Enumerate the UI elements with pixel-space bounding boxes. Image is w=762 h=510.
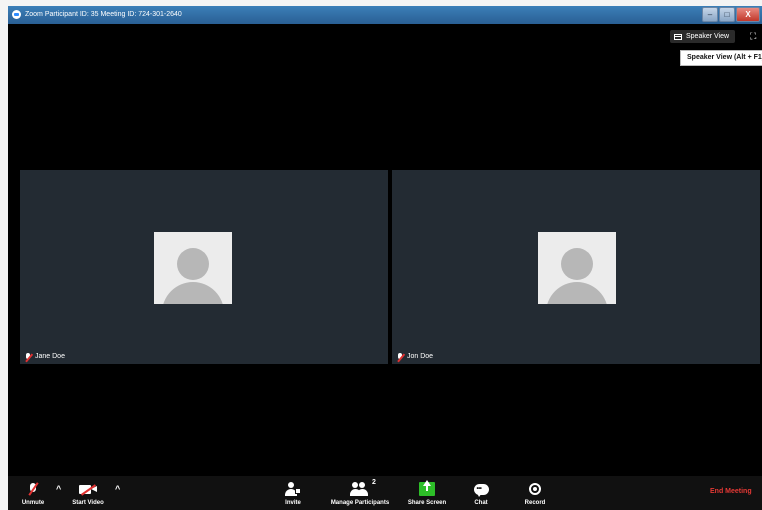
avatar-body	[546, 282, 608, 304]
window-title: Zoom Participant ID: 35 Meeting ID: 724-…	[25, 11, 182, 18]
share-screen-label: Share Screen	[407, 500, 447, 506]
participant-count: 2	[372, 479, 376, 486]
unmute-label: Unmute	[21, 500, 45, 506]
fullscreen-icon[interactable]: ⛶	[750, 32, 756, 41]
avatar-body	[162, 282, 224, 304]
title-bar: Zoom Participant ID: 35 Meeting ID: 724-…	[8, 6, 762, 24]
invite-button[interactable]: Invite	[278, 480, 308, 506]
invite-icon	[285, 482, 301, 496]
avatar-head	[177, 248, 209, 280]
share-screen-button[interactable]: Share Screen	[404, 480, 450, 506]
chat-icon: •••	[473, 483, 489, 497]
invite-label: Invite	[285, 500, 301, 506]
maximize-button[interactable]: □	[719, 7, 735, 22]
end-meeting-button[interactable]: End Meeting	[710, 488, 752, 495]
speaker-view-icon	[674, 33, 682, 40]
participant-name-tag: Jane Doe	[24, 352, 65, 362]
participant-name: Jon Doe	[407, 353, 434, 360]
muted-microphone-icon	[28, 482, 39, 496]
speaker-view-tooltip: Speaker View (Alt + F1)	[680, 50, 762, 66]
start-video-button[interactable]: Start Video	[68, 480, 108, 506]
manage-participants-label: Manage Participants	[330, 500, 390, 506]
muted-mic-icon	[24, 352, 33, 362]
window-controls: – □ X	[702, 7, 760, 22]
participant-tile[interactable]: Jon Doe	[392, 170, 760, 364]
record-button[interactable]: Record	[520, 480, 550, 506]
share-screen-icon	[419, 480, 435, 496]
avatar	[538, 232, 616, 304]
zoom-logo-icon	[12, 10, 21, 19]
close-button[interactable]: X	[736, 7, 760, 22]
minimize-button[interactable]: –	[702, 7, 718, 22]
speaker-view-button[interactable]: Speaker View	[670, 30, 736, 43]
avatar-head	[561, 248, 593, 280]
muted-mic-icon	[396, 352, 405, 362]
video-options-caret-icon[interactable]: ^	[115, 484, 120, 494]
record-label: Record	[524, 500, 546, 506]
chat-button[interactable]: ••• Chat	[468, 480, 494, 506]
avatar	[154, 232, 232, 304]
unmute-button[interactable]: Unmute	[18, 480, 48, 506]
chat-label: Chat	[474, 500, 488, 506]
video-off-icon	[79, 483, 97, 496]
start-video-label: Start Video	[72, 500, 104, 506]
speaker-view-label: Speaker View	[686, 33, 730, 40]
participant-name-tag: Jon Doe	[396, 352, 433, 362]
zoom-meeting-window: Zoom Participant ID: 35 Meeting ID: 724-…	[8, 6, 762, 510]
participant-name: Jane Doe	[35, 353, 65, 360]
meeting-toolbar: Unmute ^ Start Video ^ Invite 2 Manage P…	[8, 476, 762, 510]
participants-icon: 2	[350, 479, 376, 496]
record-icon	[529, 483, 541, 495]
audio-options-caret-icon[interactable]: ^	[56, 484, 61, 494]
participant-tile[interactable]: Jane Doe	[20, 170, 388, 364]
manage-participants-button[interactable]: 2 Manage Participants	[324, 479, 396, 506]
